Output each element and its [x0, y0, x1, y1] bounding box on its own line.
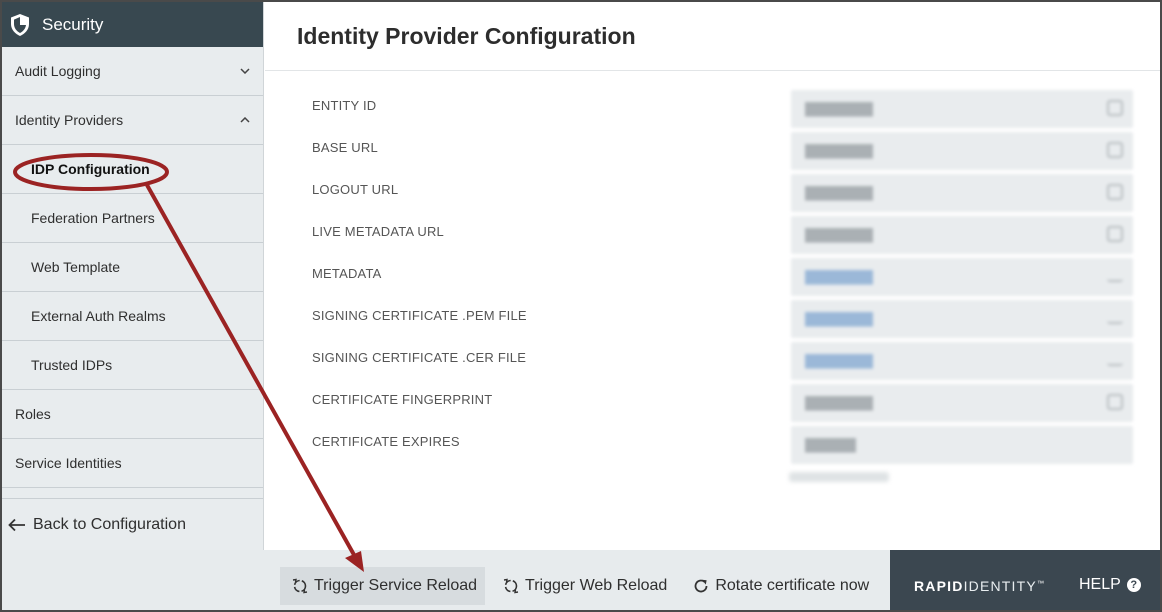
- copy-icon[interactable]: [1107, 184, 1123, 200]
- sidebar-item-roles[interactable]: Roles: [2, 390, 263, 439]
- sidebar-item-label: Roles: [15, 406, 51, 422]
- download-icon[interactable]: [1107, 314, 1123, 324]
- rapididentity-logo: RAPIDIDENTITY™: [914, 578, 1046, 594]
- copy-icon[interactable]: [1107, 100, 1123, 116]
- shield-icon: [9, 13, 31, 37]
- help-button[interactable]: HELP ?: [1079, 576, 1141, 594]
- field-value-redacted[interactable]: ████████: [791, 174, 1133, 212]
- field-value-redacted[interactable]: ████████: [791, 384, 1133, 422]
- sidebar-item-label: External Auth Realms: [31, 308, 166, 324]
- reload-icon: [503, 578, 519, 594]
- sidebar-header: Security: [2, 2, 263, 47]
- field-label: CERTIFICATE EXPIRES: [312, 434, 460, 449]
- page-title: Identity Provider Configuration: [297, 22, 636, 49]
- chevron-down-icon: [239, 65, 251, 77]
- sidebar-item-label: IDP Configuration: [31, 161, 150, 177]
- brand-bar: RAPIDIDENTITY™ HELP ?: [890, 550, 1160, 610]
- sidebar-item-label: Audit Logging: [15, 63, 101, 79]
- main-panel: Identity Provider Configuration ENTITY I…: [265, 2, 1160, 550]
- field-label: CERTIFICATE FINGERPRINT: [312, 392, 493, 407]
- trigger-web-reload-button[interactable]: Trigger Web Reload: [491, 567, 675, 605]
- field-label: BASE URL: [312, 140, 378, 155]
- field-row-live-metadata-url: LIVE METADATA URL ████████: [265, 212, 1160, 254]
- sidebar-item-trusted-idps[interactable]: Trusted IDPs: [2, 341, 263, 390]
- sidebar-title: Security: [42, 14, 104, 34]
- chevron-up-icon: [239, 114, 251, 126]
- help-circle-icon: ?: [1126, 578, 1141, 592]
- field-value-redacted[interactable]: ████████: [791, 216, 1133, 254]
- copy-icon[interactable]: [1107, 394, 1123, 410]
- button-label: Trigger Service Reload: [314, 577, 478, 594]
- sidebar-item-federation-partners[interactable]: Federation Partners: [2, 194, 263, 243]
- sidebar-item-label: Trusted IDPs: [31, 357, 113, 373]
- sidebar-item-label: Identity Providers: [15, 112, 124, 128]
- field-value-redacted: ██████: [791, 426, 1133, 464]
- field-value-redacted[interactable]: ████████: [791, 90, 1133, 128]
- sidebar-item-service-identities[interactable]: Service Identities: [2, 439, 263, 488]
- field-value-redacted[interactable]: ████████: [791, 132, 1133, 170]
- app-window: Security Audit Logging Identity Provider…: [0, 0, 1162, 612]
- copy-icon[interactable]: [1107, 226, 1123, 242]
- trigger-service-reload-button[interactable]: Trigger Service Reload: [280, 567, 486, 605]
- page-header: Identity Provider Configuration: [265, 2, 1160, 71]
- field-label: LIVE METADATA URL: [312, 224, 444, 239]
- field-value-redacted[interactable]: ████████: [791, 258, 1133, 296]
- action-group: Trigger Service Reload Trigger Web Reloa…: [280, 567, 883, 605]
- field-row-base-url: BASE URL ████████: [265, 128, 1160, 170]
- field-row-entity-id: ENTITY ID ████████: [265, 86, 1160, 128]
- field-label: LOGOUT URL: [312, 182, 399, 197]
- field-value-redacted[interactable]: ████████: [791, 300, 1133, 338]
- field-row-certificate-fingerprint: CERTIFICATE FINGERPRINT ████████: [265, 380, 1160, 422]
- arrow-left-icon: [8, 517, 26, 533]
- field-label: METADATA: [312, 266, 382, 281]
- sidebar-item-label: Federation Partners: [31, 210, 155, 226]
- field-row-signing-cert-cer: SIGNING CERTIFICATE .CER FILE ████████: [265, 338, 1160, 380]
- field-row-certificate-expires: CERTIFICATE EXPIRES ██████: [265, 422, 1160, 464]
- sidebar: Security Audit Logging Identity Provider…: [2, 2, 264, 550]
- sidebar-item-identity-providers[interactable]: Identity Providers: [2, 96, 263, 145]
- field-label: SIGNING CERTIFICATE .PEM FILE: [312, 308, 527, 323]
- sidebar-item-web-template[interactable]: Web Template: [2, 243, 263, 292]
- config-field-list: ENTITY ID ████████ BASE URL ████████ LOG…: [265, 86, 1160, 464]
- sidebar-item-external-auth-realms[interactable]: External Auth Realms: [2, 292, 263, 341]
- sidebar-item-label: Web Template: [31, 259, 120, 275]
- back-label: Back to Configuration: [33, 515, 186, 533]
- copy-icon[interactable]: [1107, 142, 1123, 158]
- field-row-metadata: METADATA ████████: [265, 254, 1160, 296]
- field-row-signing-cert-pem: SIGNING CERTIFICATE .PEM FILE ████████: [265, 296, 1160, 338]
- reload-icon: [292, 578, 308, 594]
- button-label: Trigger Web Reload: [525, 577, 668, 594]
- redacted-footnote: [789, 472, 889, 482]
- sidebar-item-label: Service Identities: [15, 455, 122, 471]
- back-to-configuration-link[interactable]: Back to Configuration: [2, 498, 263, 550]
- help-label: HELP: [1079, 576, 1121, 593]
- sidebar-item-audit-logging[interactable]: Audit Logging: [2, 47, 263, 96]
- rotate-certificate-button[interactable]: Rotate certificate now: [681, 567, 877, 605]
- download-icon[interactable]: [1107, 272, 1123, 282]
- download-icon[interactable]: [1107, 356, 1123, 366]
- rotate-icon: [693, 578, 709, 594]
- sidebar-item-idp-configuration[interactable]: IDP Configuration: [2, 145, 263, 194]
- field-label: ENTITY ID: [312, 98, 377, 113]
- field-label: SIGNING CERTIFICATE .CER FILE: [312, 350, 527, 365]
- field-row-logout-url: LOGOUT URL ████████: [265, 170, 1160, 212]
- field-value-redacted[interactable]: ████████: [791, 342, 1133, 380]
- button-label: Rotate certificate now: [715, 577, 870, 594]
